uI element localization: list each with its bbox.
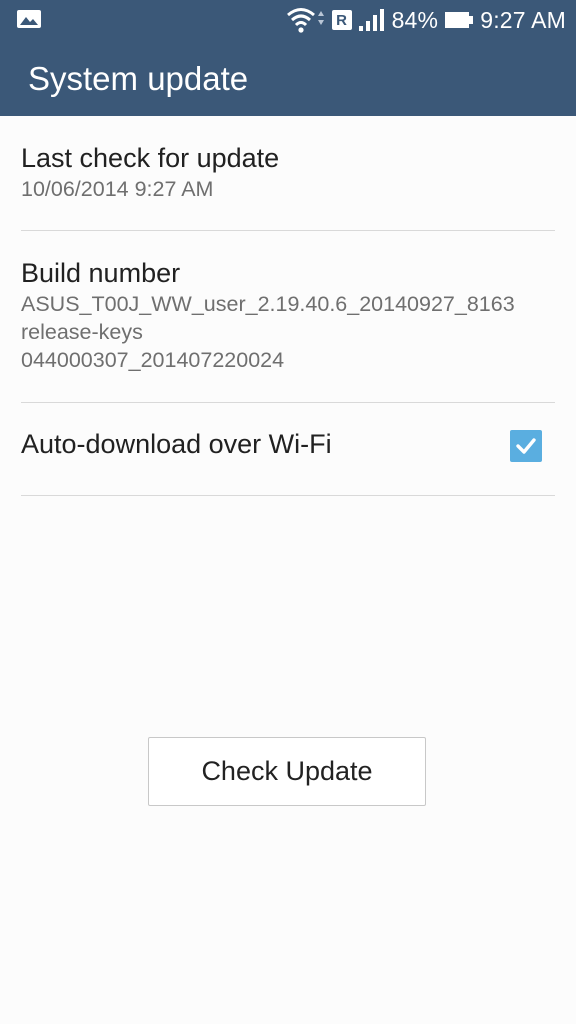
divider xyxy=(21,230,555,231)
pref-auto-download-title: Auto-download over Wi-Fi xyxy=(21,429,332,459)
app-bar: System update xyxy=(0,40,576,116)
status-icons: R 84% 9:27 AM xyxy=(286,0,566,40)
auto-download-checkbox[interactable] xyxy=(510,430,542,462)
status-bar: R 84% 9:27 AM xyxy=(0,0,576,40)
divider xyxy=(21,402,555,403)
battery-percent: 84% xyxy=(391,6,439,33)
check-update-button[interactable]: Check Update xyxy=(148,737,426,806)
pref-build-number-summary: ASUS_T00J_WW_user_2.19.40.6_20140927_816… xyxy=(21,292,515,372)
divider xyxy=(21,495,555,496)
pref-last-check[interactable]: Last check for update 10/06/2014 9:27 AM xyxy=(21,141,555,203)
image-icon xyxy=(16,9,42,29)
roaming-indicator: R xyxy=(331,10,352,30)
checkmark-icon xyxy=(516,438,536,454)
system-update-screen: R 84% 9:27 AM System update Last check f… xyxy=(0,0,576,1024)
pref-last-check-summary: 10/06/2014 9:27 AM xyxy=(21,177,214,201)
battery-icon xyxy=(444,10,474,30)
wifi-icon xyxy=(286,6,326,34)
status-time: 9:27 AM xyxy=(480,6,566,33)
pref-last-check-title: Last check for update xyxy=(21,143,280,173)
pref-build-number-title: Build number xyxy=(21,258,181,288)
signal-icon xyxy=(358,8,386,32)
page-title: System update xyxy=(28,60,249,97)
pref-auto-download[interactable]: Auto-download over Wi-Fi xyxy=(21,427,461,461)
pref-build-number[interactable]: Build number ASUS_T00J_WW_user_2.19.40.6… xyxy=(21,256,555,374)
